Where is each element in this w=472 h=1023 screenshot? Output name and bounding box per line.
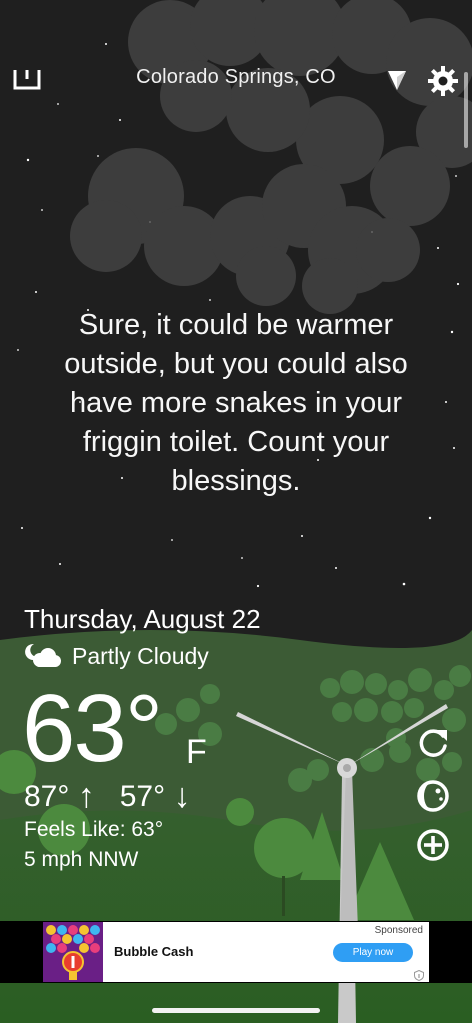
snarky-forecast-quote: Sure, it could be warmer outside, but yo… xyxy=(64,309,408,497)
ad-sponsored-label: Sponsored xyxy=(374,925,423,936)
wind-speed: 5 mph NNW xyxy=(24,848,139,871)
current-temperature: 63° xyxy=(22,675,163,782)
ad-play-now-button[interactable]: Play now xyxy=(333,943,413,962)
feels-like: Feels Like: 63° xyxy=(24,818,164,841)
refresh-icon[interactable] xyxy=(414,724,452,762)
ad-title[interactable]: Bubble Cash xyxy=(114,944,193,959)
down-arrow-icon: ↓ xyxy=(173,777,191,815)
temperature-unit[interactable]: F xyxy=(186,733,207,772)
ad-thumbnail[interactable] xyxy=(43,922,103,982)
ad-banner[interactable]: Bubble Cash Sponsored Play now xyxy=(43,922,429,982)
home-indicator[interactable] xyxy=(152,1008,320,1013)
up-arrow-icon: ↑ xyxy=(77,777,95,815)
add-location-icon[interactable] xyxy=(414,826,452,864)
low-temp: 57° xyxy=(119,780,166,813)
weather-condition: Partly Cloudy xyxy=(72,643,209,669)
gear-icon[interactable] xyxy=(425,63,461,99)
high-temp: 87° xyxy=(24,780,70,813)
info-icon[interactable] xyxy=(414,968,424,982)
forecast-date: Thursday, August 22 xyxy=(24,604,261,634)
location-arrow-icon[interactable] xyxy=(386,68,408,92)
scroll-indicator[interactable] xyxy=(464,72,468,148)
high-low-temps: 87° ↑ 57° ↓ xyxy=(24,776,190,815)
partly-cloudy-night-icon xyxy=(24,642,62,670)
theme-icon[interactable] xyxy=(414,777,452,815)
